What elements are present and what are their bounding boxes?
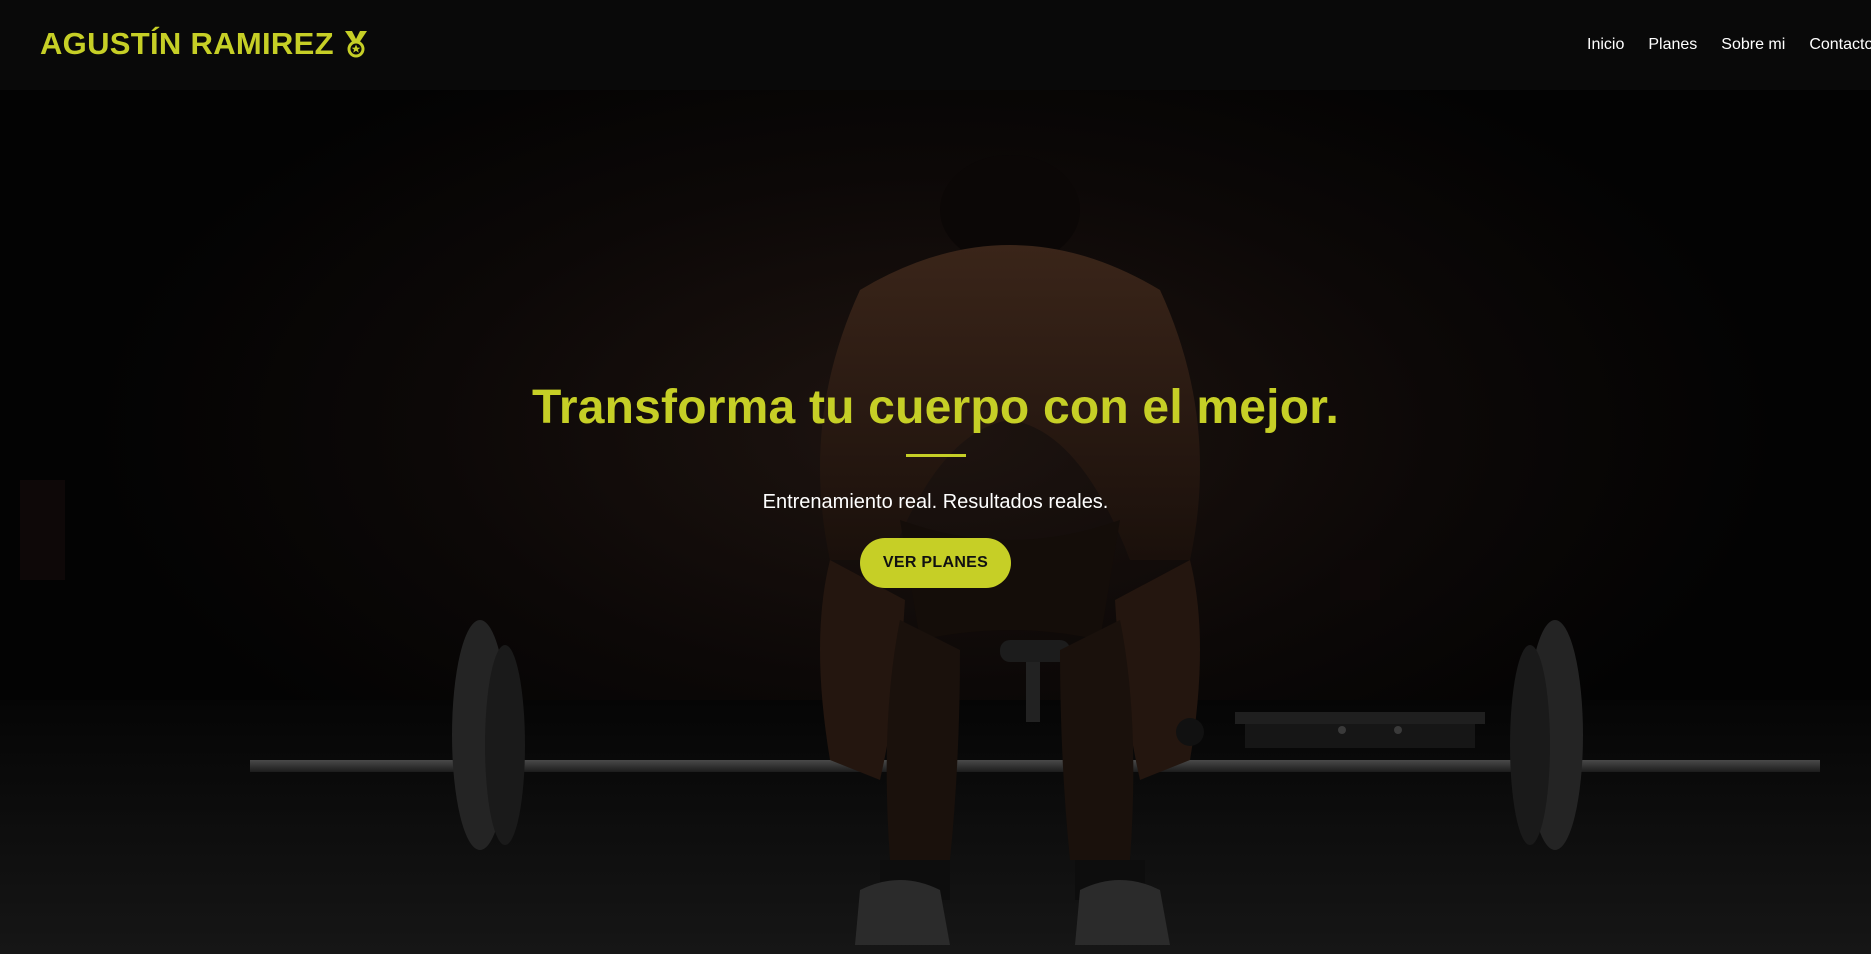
top-navbar: AGUSTÍN RAMIREZ Inicio Planes Sobre mi C…: [0, 0, 1871, 90]
medal-icon: [342, 29, 370, 59]
brand-name: AGUSTÍN RAMIREZ: [40, 26, 334, 61]
hero-divider: [905, 454, 966, 457]
hero-title: Transforma tu cuerpo con el mejor.: [531, 381, 1339, 434]
hero-subtitle: Entrenamiento real. Resultados reales.: [762, 491, 1109, 513]
brand-logo[interactable]: AGUSTÍN RAMIREZ: [40, 26, 370, 62]
main-nav: Inicio Planes Sobre mi Contacto: [1587, 36, 1871, 54]
nav-link-contacto[interactable]: Contacto: [1809, 36, 1871, 54]
nav-link-sobre-mi[interactable]: Sobre mi: [1721, 36, 1785, 54]
nav-link-planes[interactable]: Planes: [1648, 36, 1697, 54]
ver-planes-button[interactable]: VER PLANES: [860, 538, 1011, 588]
page: AGUSTÍN RAMIREZ Inicio Planes Sobre mi C…: [0, 0, 1871, 954]
nav-link-inicio[interactable]: Inicio: [1587, 36, 1624, 54]
hero-section: Transforma tu cuerpo con el mejor. Entre…: [0, 378, 1871, 588]
